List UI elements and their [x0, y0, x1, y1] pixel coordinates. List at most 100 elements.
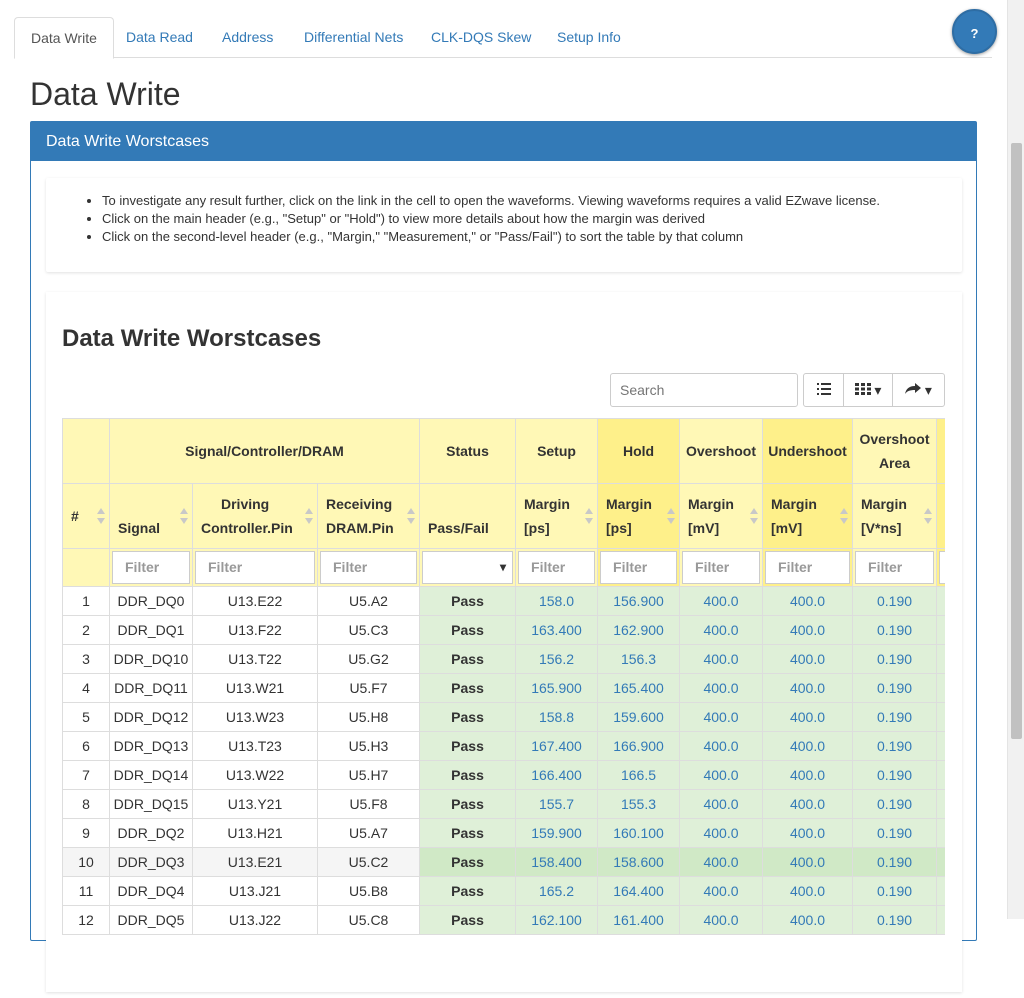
cell-setup-margin[interactable]: 156.2 [515, 644, 599, 674]
panel-heading[interactable]: Data Write Worstcases [31, 122, 976, 161]
table-row[interactable]: 12 DDR_DQ5 U13.J22 U5.C8 Pass 162.100 161.400 4… [62, 905, 945, 935]
cell-overshoot-margin[interactable]: 400.0 [679, 876, 764, 906]
cell-overshoot-margin[interactable]: 400.0 [679, 789, 764, 819]
cell-hold-margin[interactable]: 159.600 [597, 702, 681, 732]
table-row[interactable]: 2 DDR_DQ1 U13.F22 U5.C3 Pass 163.400 162.900 40… [62, 615, 945, 645]
cell-overshoot-margin[interactable]: 400.0 [679, 731, 764, 761]
filter-select-passfail[interactable] [422, 551, 514, 584]
table-row[interactable]: 9 DDR_DQ2 U13.H21 U5.A7 Pass 159.900 160.100 40… [62, 818, 945, 848]
filter-input-driving[interactable]: Filter [195, 551, 315, 584]
tab-differential-nets[interactable]: Differential Nets [288, 17, 419, 58]
table-row[interactable]: 11 DDR_DQ4 U13.J21 U5.B8 Pass 165.2 164.400 400… [62, 876, 945, 906]
cell-area-margin[interactable]: 0.190 [852, 818, 938, 848]
cell-setup-margin[interactable]: 159.900 [515, 818, 599, 848]
col-header-passfail[interactable]: Pass/Fail [419, 483, 517, 549]
cell-setup-margin[interactable]: 167.400 [515, 731, 599, 761]
cell-undershoot-margin[interactable]: 400.0 [762, 731, 854, 761]
cell-hold-margin[interactable]: 166.900 [597, 731, 681, 761]
cell-hold-margin[interactable]: 166.5 [597, 760, 681, 790]
filter-input-hold[interactable]: Filter [600, 551, 678, 584]
group-header-undershoot[interactable]: Undershoot [762, 418, 854, 484]
group-header-signal[interactable]: Signal/Controller/DRAM [108, 418, 421, 484]
group-header-setup[interactable]: Setup [515, 418, 599, 484]
tab-setup-info[interactable]: Setup Info [541, 17, 637, 58]
cell-overshoot-margin[interactable]: 400.0 [679, 905, 764, 935]
cell-area-margin[interactable]: 0.190 [852, 673, 938, 703]
export-button[interactable]: ▾ [892, 373, 945, 407]
search-input[interactable] [610, 373, 798, 407]
cell-area-margin[interactable]: 0.190 [852, 760, 938, 790]
cell-setup-margin[interactable]: 155.7 [515, 789, 599, 819]
cell-area-margin[interactable]: 0.190 [852, 615, 938, 645]
group-header-hold[interactable]: Hold [597, 418, 681, 484]
cell-hold-margin[interactable]: 162.900 [597, 615, 681, 645]
cell-setup-margin[interactable]: 158.0 [515, 586, 599, 616]
cell-area-margin[interactable]: 0.190 [852, 586, 938, 616]
filter-input-signal[interactable]: Filter [112, 551, 190, 584]
cell-hold-margin[interactable]: 156.3 [597, 644, 681, 674]
col-header-overshoot-margin[interactable]: Margin [mV] [679, 483, 764, 549]
cell-overshoot-margin[interactable]: 400.0 [679, 818, 764, 848]
cell-hold-margin[interactable]: 160.100 [597, 818, 681, 848]
col-header-receiving[interactable]: Receiving DRAM.Pin [316, 483, 421, 549]
cell-area-margin[interactable]: 0.190 [852, 731, 938, 761]
tab-data-write[interactable]: Data Write [14, 17, 114, 59]
cell-setup-margin[interactable]: 158.400 [515, 847, 599, 877]
col-header-area-margin[interactable]: Margin [V*ns] [852, 483, 938, 549]
cell-undershoot-margin[interactable]: 400.0 [762, 789, 854, 819]
cell-hold-margin[interactable]: 155.3 [597, 789, 681, 819]
cell-overshoot-margin[interactable]: 400.0 [679, 847, 764, 877]
cell-overshoot-margin[interactable]: 400.0 [679, 760, 764, 790]
columns-button[interactable]: ▾ [843, 373, 893, 407]
filter-input-receiving[interactable]: Filter [320, 551, 418, 584]
cell-hold-margin[interactable]: 165.400 [597, 673, 681, 703]
table-row[interactable]: 7 DDR_DQ14 U13.W22 U5.H7 Pass 166.400 166.5 400… [62, 760, 945, 790]
cell-overshoot-margin[interactable]: 400.0 [679, 673, 764, 703]
cell-setup-margin[interactable]: 158.8 [515, 702, 599, 732]
filter-input-next[interactable] [939, 551, 945, 584]
cell-undershoot-margin[interactable]: 400.0 [762, 905, 854, 935]
cell-setup-margin[interactable]: 166.400 [515, 760, 599, 790]
cell-undershoot-margin[interactable]: 400.0 [762, 615, 854, 645]
filter-input-overshoot[interactable]: Filter [682, 551, 761, 584]
filter-input-undershoot[interactable]: Filter [765, 551, 851, 584]
cell-undershoot-margin[interactable]: 400.0 [762, 876, 854, 906]
group-header-overshoot-area[interactable]: Overshoot Area [852, 418, 938, 484]
cell-overshoot-margin[interactable]: 400.0 [679, 586, 764, 616]
cell-area-margin[interactable]: 0.190 [852, 876, 938, 906]
cell-hold-margin[interactable]: 156.900 [597, 586, 681, 616]
tab-clk-dqs-skew[interactable]: CLK-DQS Skew [415, 17, 547, 58]
table-row[interactable]: 4 DDR_DQ11 U13.W21 U5.F7 Pass 165.900 165.400 4… [62, 673, 945, 703]
col-header-hold-margin[interactable]: Margin [ps] [597, 483, 681, 549]
scrollbar-thumb[interactable] [1011, 143, 1022, 739]
cell-overshoot-margin[interactable]: 400.0 [679, 702, 764, 732]
table-row[interactable]: 10 DDR_DQ3 U13.E21 U5.C2 Pass 158.400 158.600 4… [62, 847, 945, 877]
cell-setup-margin[interactable]: 163.400 [515, 615, 599, 645]
table-row[interactable]: 5 DDR_DQ12 U13.W23 U5.H8 Pass 158.8 159.600 400… [62, 702, 945, 732]
table-row[interactable]: 3 DDR_DQ10 U13.T22 U5.G2 Pass 156.2 156.3 400.0… [62, 644, 945, 674]
cell-undershoot-margin[interactable]: 400.0 [762, 818, 854, 848]
group-header-overshoot[interactable]: Overshoot [679, 418, 764, 484]
table-row[interactable]: 1 DDR_DQ0 U13.E22 U5.A2 Pass 158.0 156.900 400.… [62, 586, 945, 616]
cell-hold-margin[interactable]: 158.600 [597, 847, 681, 877]
cell-undershoot-margin[interactable]: 400.0 [762, 673, 854, 703]
col-header-next[interactable] [936, 483, 945, 549]
cell-area-margin[interactable]: 0.190 [852, 789, 938, 819]
list-view-button[interactable] [803, 373, 844, 407]
tab-address[interactable]: Address [206, 17, 289, 58]
cell-undershoot-margin[interactable]: 400.0 [762, 702, 854, 732]
cell-area-margin[interactable]: 0.190 [852, 702, 938, 732]
col-header-driving[interactable]: Driving Controller.Pin [192, 483, 318, 549]
filter-input-area[interactable]: Filter [855, 551, 935, 584]
cell-undershoot-margin[interactable]: 400.0 [762, 760, 854, 790]
cell-overshoot-margin[interactable]: 400.0 [679, 644, 764, 674]
cell-setup-margin[interactable]: 162.100 [515, 905, 599, 935]
cell-area-margin[interactable]: 0.190 [852, 847, 938, 877]
cell-hold-margin[interactable]: 164.400 [597, 876, 681, 906]
cell-undershoot-margin[interactable]: 400.0 [762, 586, 854, 616]
cell-setup-margin[interactable]: 165.900 [515, 673, 599, 703]
help-button[interactable]: ? [952, 9, 997, 54]
cell-setup-margin[interactable]: 165.2 [515, 876, 599, 906]
cell-area-margin[interactable]: 0.190 [852, 905, 938, 935]
cell-area-margin[interactable]: 0.190 [852, 644, 938, 674]
